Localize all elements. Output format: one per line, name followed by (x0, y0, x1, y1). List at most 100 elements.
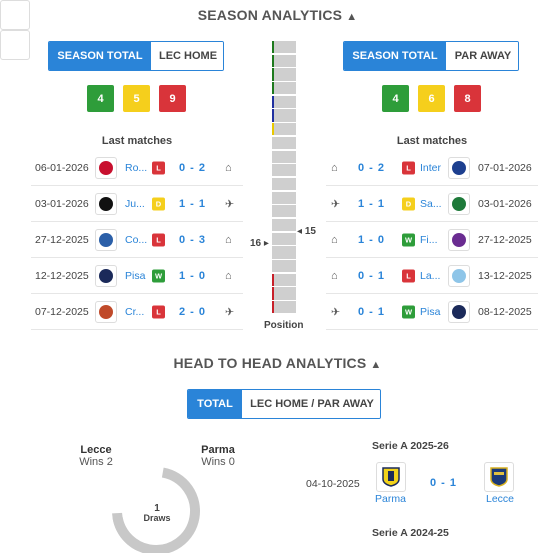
position-zone-mark (272, 54, 274, 67)
result-badge: L (152, 233, 165, 246)
match-date: 27-12-2025 (35, 233, 89, 246)
left-last-matches: 06-01-2026 Ro... L 0 - 2 ⌂ 03-01-2026 Ju... D 1 … (31, 150, 243, 330)
match-row[interactable]: 03-01-2026 Ju... D 1 - 1 ✈ (31, 186, 243, 222)
h2h-analytics-header[interactable]: HEAD TO HEAD ANALYTICS ▲ (0, 355, 555, 371)
match-score[interactable]: 2 - 0 (179, 306, 206, 318)
match-date: 06-01-2026 (35, 161, 89, 174)
home-icon: ⌂ (225, 161, 232, 174)
losses-badge: 8 (454, 85, 481, 112)
result-badge: L (402, 269, 415, 282)
match-row[interactable]: ⌂ 0 - 1 L La... 13-12-2025 (326, 258, 538, 294)
match-score[interactable]: 0 - 1 (358, 306, 385, 318)
wins-badge: 4 (87, 85, 114, 112)
h2h-match-row[interactable]: 04-10-2025 Parma 0 - 1 Lecce (300, 458, 540, 508)
plane-icon: ✈ (331, 306, 341, 318)
home-icon: ⌂ (331, 161, 338, 174)
team-crest-icon (448, 156, 470, 179)
team-crest-icon (95, 156, 117, 179)
home-icon: ⌂ (225, 233, 232, 246)
h2h-season-title: Serie A 2024-25 (372, 527, 449, 539)
position-cell (272, 218, 296, 232)
match-score[interactable]: 0 - 3 (179, 234, 206, 246)
match-row[interactable]: 27-12-2025 Co... L 0 - 3 ⌂ (31, 222, 243, 258)
match-score[interactable]: 1 - 1 (179, 198, 206, 210)
team-crest-icon (95, 228, 117, 251)
result-badge: D (152, 197, 165, 210)
match-date: 13-12-2025 (478, 269, 532, 282)
opponent-name[interactable]: Sa... (420, 198, 442, 210)
result-badge: L (152, 305, 165, 318)
tab-lec-home[interactable]: LEC HOME (151, 42, 223, 70)
match-score[interactable]: 0 - 2 (358, 162, 385, 174)
left-last-matches-title: Last matches (101, 135, 173, 147)
tab-season-total-right[interactable]: SEASON TOTAL (344, 42, 446, 70)
match-date: 27-12-2025 (478, 233, 532, 246)
lecce-crest-icon (484, 462, 514, 492)
match-score[interactable]: 0 - 2 (179, 162, 206, 174)
right-last-matches-title: Last matches (396, 135, 468, 147)
match-row[interactable]: ⌂ 1 - 0 W Fi... 27-12-2025 (326, 222, 538, 258)
opponent-name[interactable]: Ro... (125, 162, 147, 174)
plane-icon: ✈ (225, 198, 235, 210)
match-score[interactable]: 1 - 1 (358, 198, 385, 210)
opponent-name[interactable]: Pisa (125, 270, 145, 282)
right-tally: 4 6 8 (382, 85, 481, 112)
position-cell (272, 82, 296, 95)
opponent-name[interactable]: Fi... (420, 234, 438, 246)
home-icon: ⌂ (225, 269, 232, 282)
home-icon: ⌂ (331, 233, 338, 246)
position-zone-mark (272, 301, 274, 314)
tab-season-total-left[interactable]: SEASON TOTAL (49, 42, 151, 70)
team-crest-icon (95, 192, 117, 215)
tab-par-away[interactable]: PAR AWAY (446, 42, 518, 70)
position-zone-mark (272, 68, 274, 81)
match-row[interactable]: ✈ 1 - 1 D Sa... 03-01-2026 (326, 186, 538, 222)
losses-badge: 9 (159, 85, 186, 112)
team-crest-icon (95, 300, 117, 323)
position-cell (272, 260, 296, 273)
position-cell (272, 150, 296, 163)
opponent-name[interactable]: La... (420, 270, 440, 282)
match-row[interactable]: ✈ 0 - 1 W Pisa 08-12-2025 (326, 294, 538, 330)
match-date: 08-12-2025 (478, 305, 532, 318)
position-cell (272, 54, 296, 67)
h2h-match-date: 04-10-2025 (306, 478, 360, 490)
tab-lec-home-par-away[interactable]: LEC HOME / PAR AWAY (242, 390, 380, 418)
match-date: 07-12-2025 (35, 305, 89, 318)
parma-crest-icon (376, 462, 406, 492)
opponent-name[interactable]: Inter (420, 162, 441, 174)
match-row[interactable]: 07-12-2025 Cr... L 2 - 0 ✈ (31, 294, 243, 330)
match-date: 07-01-2026 (478, 161, 532, 174)
match-score[interactable]: 1 - 0 (179, 270, 206, 282)
position-cell (272, 191, 296, 204)
right-position-value: ◂ 15 (297, 226, 316, 237)
opponent-name[interactable]: Ju... (125, 198, 145, 210)
wins-badge: 4 (382, 85, 409, 112)
match-score[interactable]: 0 - 1 (358, 270, 385, 282)
position-cell (272, 41, 296, 54)
left-position-value: 16 ▸ (250, 238, 269, 249)
h2h-home-team-label: Parma (375, 493, 406, 505)
tab-total[interactable]: TOTAL (188, 390, 242, 418)
match-row[interactable]: 06-01-2026 Ro... L 0 - 2 ⌂ (31, 150, 243, 186)
opponent-name[interactable]: Cr... (125, 306, 144, 318)
position-cell (272, 136, 296, 149)
position-cell (272, 232, 296, 245)
season-analytics-title: SEASON ANALYTICS (197, 7, 343, 23)
opponent-name[interactable]: Co... (125, 234, 147, 246)
plane-icon: ✈ (225, 306, 235, 318)
position-zone-mark (272, 109, 274, 122)
opponent-name[interactable]: Pisa (420, 306, 440, 318)
position-zone-mark (272, 95, 274, 108)
match-score[interactable]: 1 - 0 (358, 234, 385, 246)
right-last-matches: ⌂ 0 - 2 L Inter 07-01-2026 ✈ 1 - 1 D Sa... 03-01-… (326, 150, 538, 330)
position-cell (272, 287, 296, 300)
left-season-toggle: SEASON TOTAL LEC HOME (48, 41, 224, 71)
match-row[interactable]: ⌂ 0 - 2 L Inter 07-01-2026 (326, 150, 538, 186)
right-season-toggle: SEASON TOTAL PAR AWAY (343, 41, 519, 71)
position-cell (272, 68, 296, 81)
season-analytics-header[interactable]: SEASON ANALYTICS ▲ (0, 7, 555, 23)
home-icon: ⌂ (331, 269, 338, 282)
position-label: Position (264, 320, 304, 331)
match-row[interactable]: 12-12-2025 Pisa W 1 - 0 ⌂ (31, 258, 243, 294)
